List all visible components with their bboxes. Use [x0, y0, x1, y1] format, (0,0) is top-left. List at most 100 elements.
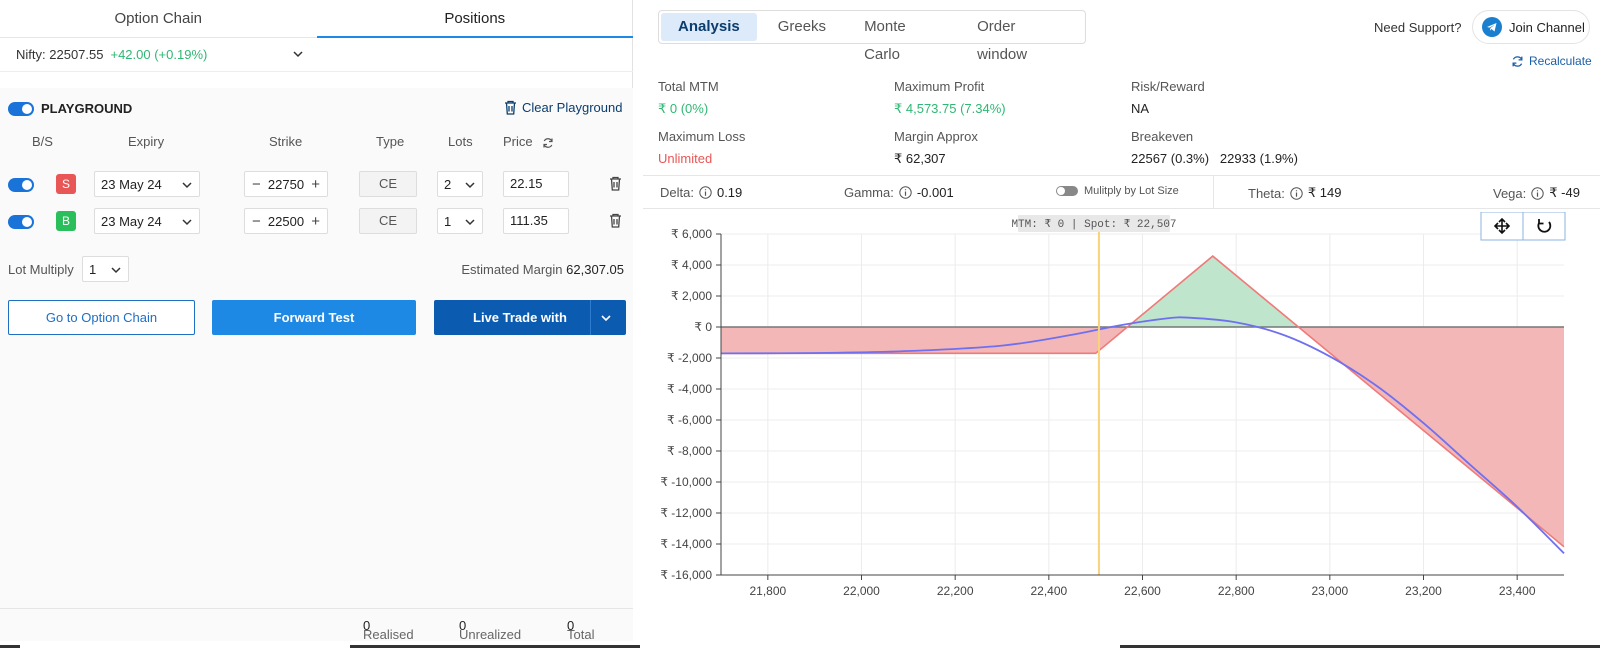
refresh-price-icon[interactable]	[542, 137, 554, 149]
greek-value: ₹ -49	[1549, 185, 1580, 200]
y-tick-label: ₹ -16,000	[660, 568, 712, 582]
col-header-type: Type	[376, 134, 405, 149]
greek-value: -0.001	[916, 185, 954, 200]
stat-label: Maximum Profit	[894, 79, 985, 94]
nifty-selector[interactable]: Nifty: 22507.55 +42.00 (+0.19%)	[0, 38, 633, 72]
strike-value: 22750	[267, 176, 305, 192]
tab-positions[interactable]: Positions	[316, 0, 633, 38]
info-icon[interactable]	[899, 186, 912, 199]
x-tick-label: 23,400	[1499, 584, 1536, 598]
go-to-option-chain-button[interactable]: Go to Option Chain	[8, 300, 195, 335]
info-icon[interactable]	[699, 186, 712, 199]
leg-toggle[interactable]	[8, 215, 34, 229]
button-divider	[590, 300, 591, 335]
strike-value: 22500	[267, 213, 305, 229]
y-tick-label: ₹ -14,000	[660, 537, 712, 551]
chevron-down-icon[interactable]	[600, 312, 612, 324]
stat-label: Maximum Loss	[658, 129, 746, 144]
expiry-value: 23 May 24	[101, 176, 162, 192]
tooltip-text: MTM: ₹ 0 | Spot: ₹ 22,507	[1011, 218, 1176, 231]
expiry-select[interactable]: 23 May 24	[94, 171, 200, 197]
bottom-taskbar-edge	[0, 641, 1600, 648]
leg-side-badge[interactable]: B	[56, 211, 76, 231]
join-channel-button[interactable]: Join Channel	[1472, 10, 1590, 44]
payoff-chart-svg[interactable]: ₹ 6,000 ₹ 4,000 ₹ 2,000 ₹ 0 ₹ -2,000 ₹ -4,000…	[643, 211, 1600, 636]
live-trade-button[interactable]: Live Trade with	[434, 300, 626, 335]
price-input[interactable]: 111.35	[503, 208, 569, 234]
greek-delta: Delta: 0.19	[660, 185, 742, 200]
col-header-expiry: Expiry	[128, 134, 165, 149]
lot-multiply-value: 1	[89, 261, 97, 277]
stat-label: Total MTM	[658, 79, 719, 94]
lots-select[interactable]: 1	[437, 208, 483, 234]
analysis-tab-bar: Analysis Greeks Monte Carlo Order window	[658, 10, 1086, 63]
col-header-price: Price	[503, 134, 533, 149]
increment-button[interactable]: +	[311, 176, 320, 193]
realised: Realised 0	[363, 618, 414, 642]
leg-toggle[interactable]	[8, 178, 34, 192]
option-type: CE	[359, 171, 417, 197]
chevron-down-icon[interactable]	[292, 48, 304, 60]
tab-greeks[interactable]: Greeks	[761, 13, 843, 41]
clear-playground-button[interactable]: Clear Playground	[504, 100, 622, 115]
y-tick-label: ₹ -12,000	[660, 506, 712, 520]
price-input[interactable]: 22.15	[503, 171, 569, 197]
stat-breakeven: Breakeven 22567 (0.3%) 22933 (1.9%)	[1131, 129, 1298, 166]
strike-stepper[interactable]: − 22750 +	[244, 171, 328, 197]
greek-label: Delta:	[660, 185, 694, 200]
multiply-lot-size[interactable]: Mulitply by Lot Size	[1056, 185, 1179, 197]
leg-side-badge[interactable]: S	[56, 174, 76, 194]
loss-area	[721, 327, 1128, 354]
decrement-button[interactable]: −	[252, 213, 261, 230]
greek-label: Vega:	[1493, 185, 1527, 201]
y-tick-label: ₹ -2,000	[667, 351, 712, 365]
info-icon[interactable]	[1290, 186, 1303, 200]
recalculate-button[interactable]: Recalculate	[1511, 54, 1592, 68]
decrement-button[interactable]: −	[252, 176, 261, 193]
tab-order-window[interactable]: Order window	[960, 13, 1079, 63]
stat-label: Breakeven	[1131, 129, 1194, 144]
tab-option-chain[interactable]: Option Chain	[0, 0, 317, 38]
payoff-chart[interactable]: ₹ 6,000 ₹ 4,000 ₹ 2,000 ₹ 0 ₹ -2,000 ₹ -4,000…	[643, 211, 1600, 636]
greek-label: Theta:	[1248, 185, 1285, 201]
chevron-down-icon	[182, 219, 192, 226]
playground-toggle[interactable]	[8, 101, 34, 116]
multiply-toggle[interactable]	[1056, 186, 1078, 196]
greek-label: Gamma:	[844, 185, 894, 200]
lot-multiply-select[interactable]: 1	[82, 256, 129, 282]
y-tick-label: ₹ 2,000	[671, 289, 712, 303]
tab-monte-carlo[interactable]: Monte Carlo	[847, 13, 956, 63]
expiry-select[interactable]: 23 May 24	[94, 208, 200, 234]
x-tick-label: 23,200	[1405, 584, 1442, 598]
trash-icon[interactable]	[609, 213, 622, 228]
playground-title: PLAYGROUND	[41, 101, 133, 116]
greeks-divider	[1213, 176, 1214, 208]
need-support-text: Need Support?	[1374, 20, 1462, 35]
greek-vega: Vega: ₹ -49	[1493, 185, 1580, 201]
info-icon[interactable]	[1531, 186, 1544, 200]
nifty-label: Nifty:	[16, 47, 46, 62]
increment-button[interactable]: +	[311, 213, 320, 230]
strike-stepper[interactable]: − 22500 +	[244, 208, 328, 234]
expiry-value: 23 May 24	[101, 213, 162, 229]
y-tick-label: ₹ -8,000	[667, 444, 712, 458]
left-tab-bar: Option Chain Positions	[0, 0, 633, 38]
col-header-bs: B/S	[32, 134, 53, 149]
tab-analysis[interactable]: Analysis	[661, 13, 757, 41]
y-tick-label: ₹ -4,000	[667, 382, 712, 396]
trash-icon[interactable]	[609, 176, 622, 191]
forward-test-button[interactable]: Forward Test	[212, 300, 416, 335]
stat-margin: Margin Approx ₹ 62,307	[894, 129, 978, 167]
playground-header: PLAYGROUND	[8, 101, 132, 116]
estimated-margin: Estimated Margin 62,307.05	[434, 262, 624, 277]
x-tick-label: 23,000	[1311, 584, 1348, 598]
y-tick-label: ₹ 6,000	[671, 227, 712, 241]
join-channel-label: Join Channel	[1509, 19, 1585, 35]
greek-theta: Theta: ₹ 149	[1248, 185, 1341, 201]
nifty-change: +42.00 (+0.19%)	[110, 47, 208, 62]
lots-select[interactable]: 2	[437, 171, 483, 197]
chevron-down-icon	[465, 219, 475, 226]
reset-zoom-button[interactable]	[1522, 211, 1566, 241]
leg-row: S 23 May 24 − 22750 + CE 2 22.15	[0, 171, 633, 199]
live-trade-label: Live Trade with	[473, 310, 567, 325]
